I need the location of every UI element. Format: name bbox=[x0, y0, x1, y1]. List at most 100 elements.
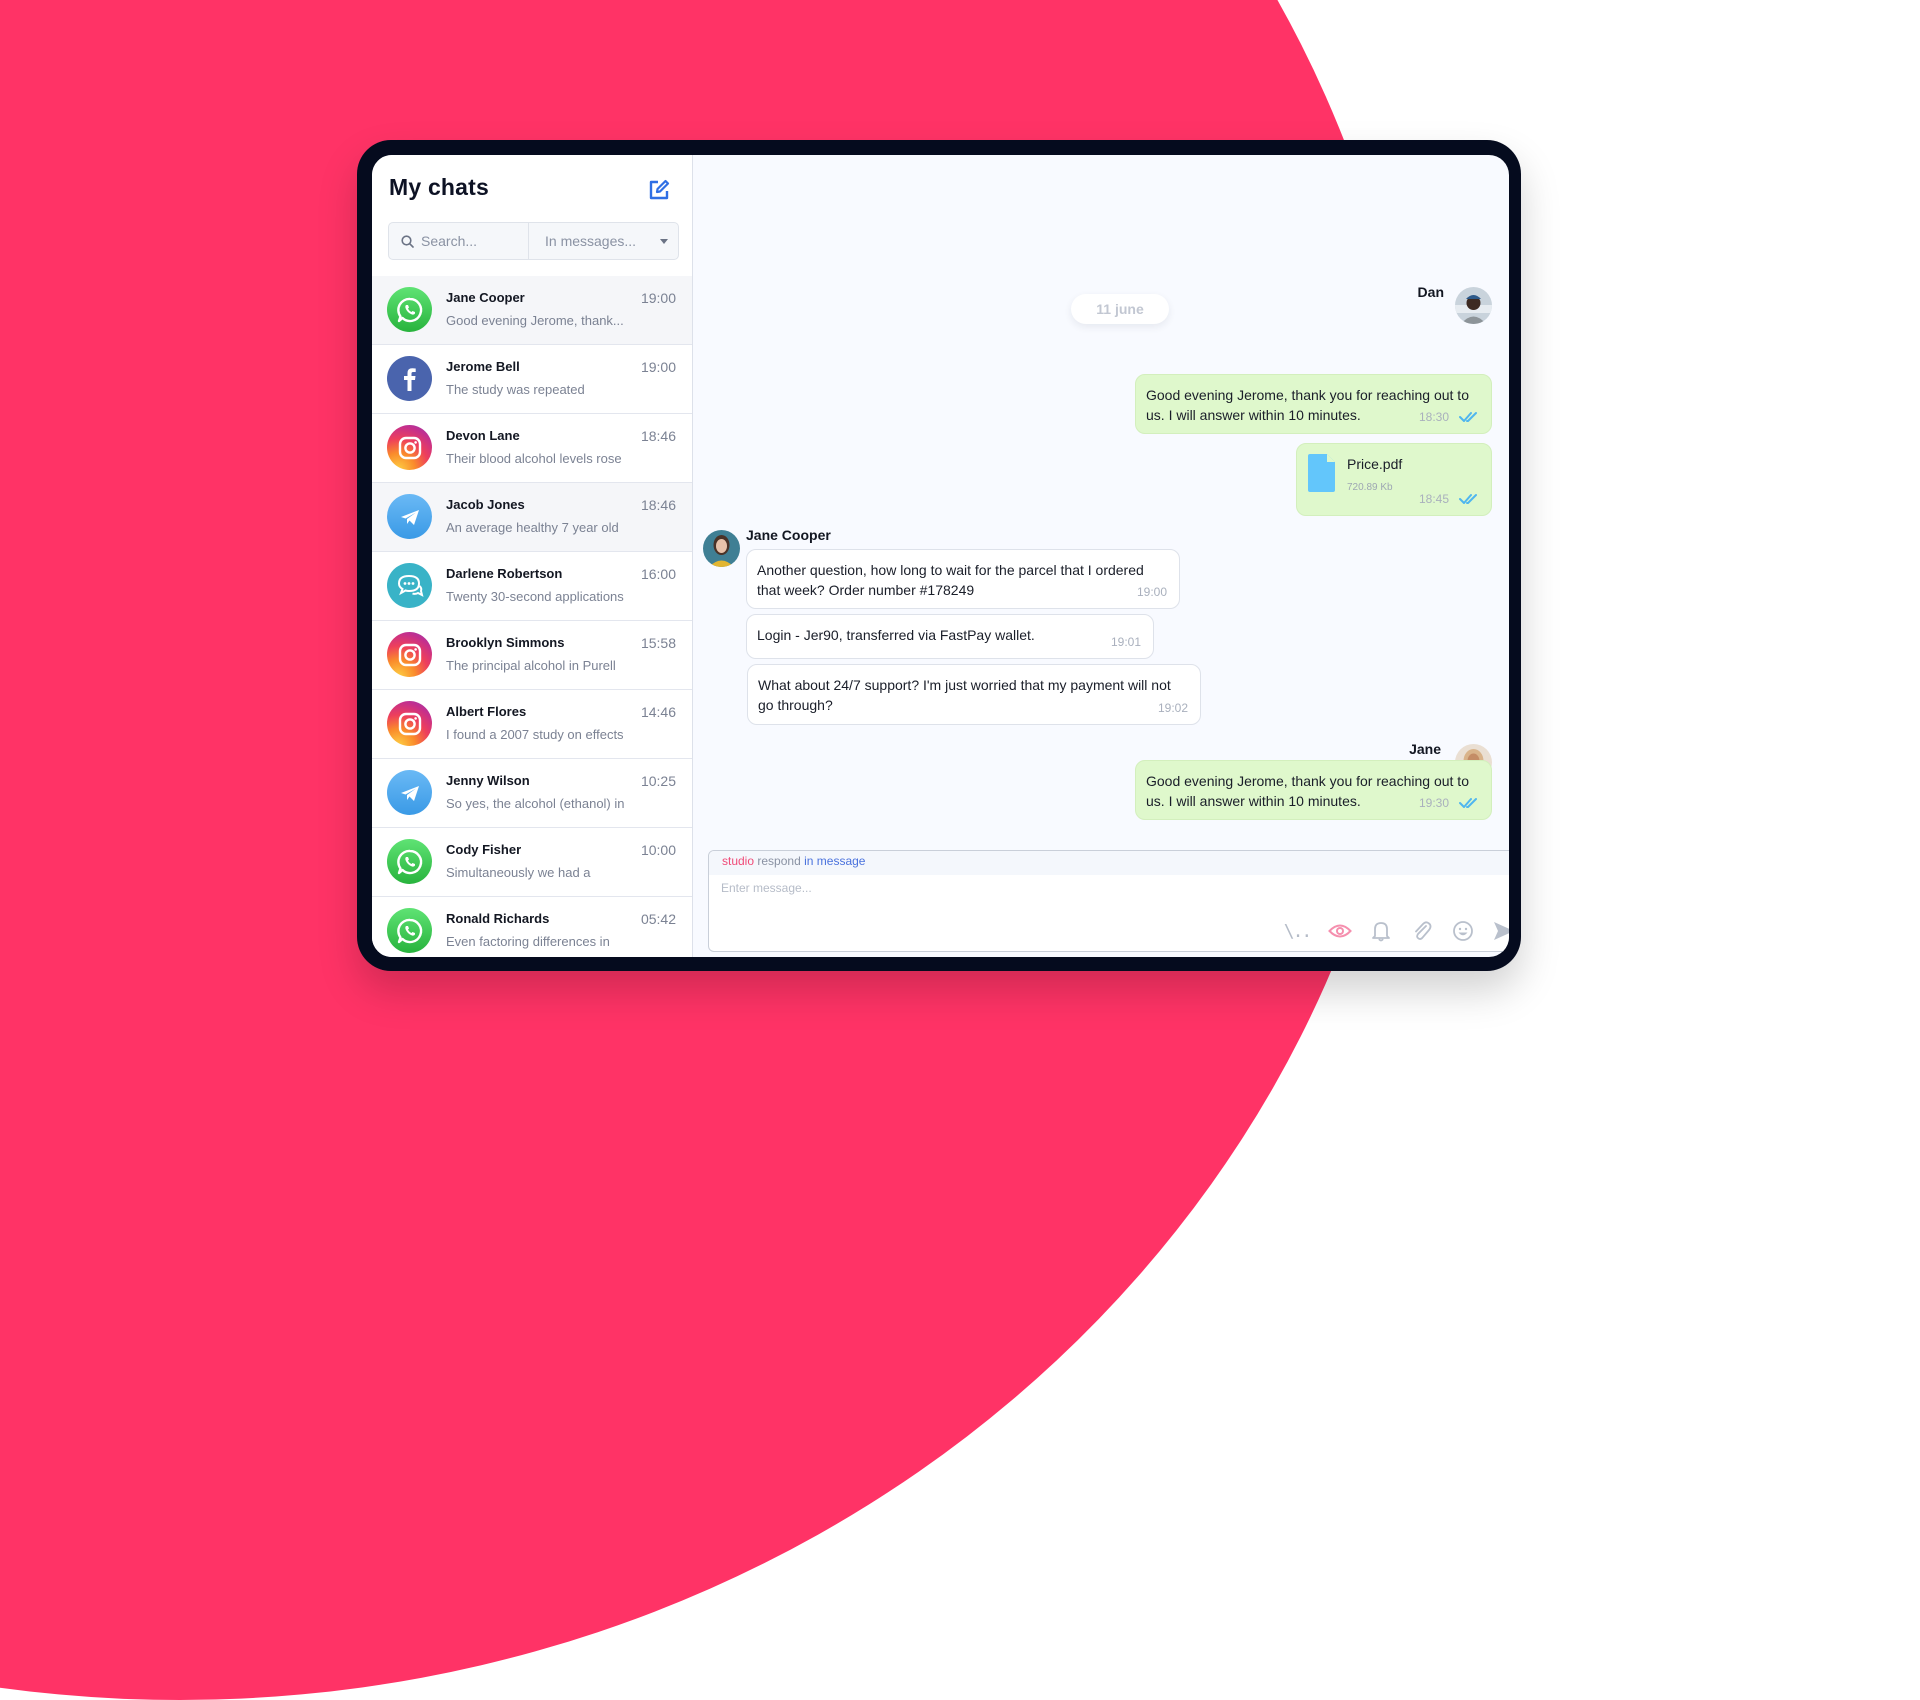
chat-list-item[interactable]: Jenny Wilson 10:25 So yes, the alcohol (et… bbox=[372, 759, 692, 828]
contact-name: Darlene Robertson bbox=[446, 566, 563, 581]
composer-context: studio respond in message bbox=[709, 851, 1509, 875]
chevron-down-icon bbox=[660, 239, 668, 244]
chat-preview: Twenty 30-second applications bbox=[446, 589, 624, 604]
chat-bubbles-icon bbox=[387, 563, 432, 608]
send-icon bbox=[1494, 922, 1509, 940]
message-text: What about 24/7 support? I'm just worrie… bbox=[758, 677, 1171, 713]
chat-preview: Their blood alcohol levels rose bbox=[446, 451, 622, 466]
chat-preview: I found a 2007 study on effects bbox=[446, 727, 624, 742]
message-input[interactable] bbox=[721, 881, 1501, 895]
contact-name: Brooklyn Simmons bbox=[446, 635, 565, 650]
chat-time: 10:00 bbox=[640, 842, 676, 858]
user-photo-icon bbox=[703, 530, 740, 567]
app-window: My chats In bbox=[372, 155, 1509, 957]
whatsapp-icon bbox=[387, 908, 432, 953]
double-check-icon bbox=[1459, 494, 1477, 504]
contact-name: Devon Lane bbox=[446, 428, 520, 443]
chat-list-item[interactable]: Devon Lane 18:46 Their blood alcohol level… bbox=[372, 414, 692, 483]
chat-time: 14:46 bbox=[640, 704, 676, 720]
preview-button[interactable] bbox=[1328, 919, 1352, 943]
instagram-icon bbox=[387, 425, 432, 470]
message-bubble: Login - Jer90, transferred via FastPay w… bbox=[746, 614, 1154, 659]
message-text: Another question, how long to wait for t… bbox=[757, 562, 1144, 598]
chat-time: 19:00 bbox=[640, 359, 676, 375]
message-text: Login - Jer90, transferred via FastPay w… bbox=[757, 627, 1035, 643]
chats-sidebar: My chats In bbox=[372, 155, 693, 957]
chat-time: 18:46 bbox=[640, 428, 676, 444]
reminder-button[interactable] bbox=[1369, 919, 1393, 943]
whatsapp-icon bbox=[387, 287, 432, 332]
message-composer: studio respond in message \.. bbox=[708, 850, 1509, 952]
message-bubble: What about 24/7 support? I'm just worrie… bbox=[747, 664, 1201, 725]
chat-time: 18:46 bbox=[640, 497, 676, 513]
message-bubble: Good evening Jerome, thank you for reach… bbox=[1135, 760, 1492, 820]
search-icon bbox=[401, 234, 414, 248]
composer-toolbar: \.. bbox=[1283, 919, 1509, 943]
chat-time: 10:25 bbox=[640, 773, 676, 789]
avatar-dan[interactable] bbox=[1455, 287, 1492, 324]
chat-preview: Good evening Jerome, thank... bbox=[446, 313, 624, 328]
search-field bbox=[389, 223, 529, 259]
search-scope-value: In messages... bbox=[545, 233, 637, 249]
message-time: 19:30 bbox=[1418, 796, 1449, 810]
message-time: 19:00 bbox=[1136, 585, 1167, 599]
command-button[interactable]: \.. bbox=[1283, 919, 1312, 943]
contact-name: Jenny Wilson bbox=[446, 773, 530, 788]
facebook-icon bbox=[387, 356, 432, 401]
contact-name: Ronald Richards bbox=[446, 911, 550, 926]
chat-list-item[interactable]: Jerome Bell 19:00 The study was repeated bbox=[372, 345, 692, 414]
double-check-icon bbox=[1459, 412, 1477, 422]
chat-list-item[interactable]: Albert Flores 14:46 I found a 2007 study o… bbox=[372, 690, 692, 759]
message-bubble: Good evening Jerome, thank you for reach… bbox=[1135, 374, 1492, 434]
whatsapp-icon bbox=[387, 839, 432, 884]
message-time: 18:45 bbox=[1418, 492, 1449, 506]
avatar-jane-cooper[interactable] bbox=[703, 530, 740, 567]
chat-list-item[interactable]: Brooklyn Simmons 15:58 The principal alcoh… bbox=[372, 621, 692, 690]
message-bubble: Another question, how long to wait for t… bbox=[746, 549, 1180, 609]
file-message-bubble[interactable]: Price.pdf 720.89 Kb 18:45 bbox=[1296, 443, 1492, 516]
sender-name: Jane Cooper bbox=[746, 527, 831, 543]
user-photo-icon bbox=[1455, 287, 1492, 324]
sender-name: Jane bbox=[1409, 741, 1441, 757]
contact-name: Jacob Jones bbox=[446, 497, 525, 512]
chat-list-item[interactable]: Darlene Robertson 16:00 Twenty 30-second a… bbox=[372, 552, 692, 621]
new-chat-button[interactable] bbox=[646, 177, 672, 203]
sender-name: Dan bbox=[1417, 284, 1444, 300]
file-name: Price.pdf bbox=[1347, 456, 1403, 472]
chat-list-item[interactable]: Ronald Richards 05:42 Even factoring diffe… bbox=[372, 897, 692, 957]
attach-button[interactable] bbox=[1410, 919, 1434, 943]
instagram-icon bbox=[387, 701, 432, 746]
chat-time: 19:00 bbox=[640, 290, 676, 306]
studio-tag[interactable]: studio bbox=[722, 854, 754, 868]
search-input[interactable] bbox=[421, 233, 521, 249]
date-divider: 11 june bbox=[1071, 294, 1169, 324]
message-time: 19:01 bbox=[1110, 635, 1141, 649]
conversation-pane: 11 june Dan Good evening Jerome, thank y… bbox=[693, 155, 1509, 957]
chat-list-item[interactable]: Jane Cooper 19:00 Good evening Jerome, tha… bbox=[372, 276, 692, 345]
chat-time: 16:00 bbox=[640, 566, 676, 582]
chat-preview: The study was repeated bbox=[446, 382, 585, 397]
smiley-icon bbox=[1453, 921, 1473, 941]
double-check-icon bbox=[1459, 798, 1477, 808]
chat-preview: Simultaneously we had a bbox=[446, 865, 591, 880]
chat-preview: An average healthy 7 year old bbox=[446, 520, 619, 535]
chat-list-item[interactable]: Jacob Jones 18:46 An average healthy 7 yea… bbox=[372, 483, 692, 552]
instagram-icon bbox=[387, 632, 432, 677]
search-scope-select[interactable]: In messages... bbox=[529, 223, 678, 259]
chat-list-item[interactable]: Cody Fisher 10:00 Simultaneously we had a bbox=[372, 828, 692, 897]
chat-preview: Even factoring differences in bbox=[446, 934, 610, 949]
contact-name: Cody Fisher bbox=[446, 842, 522, 857]
telegram-icon bbox=[387, 770, 432, 815]
respond-label: respond bbox=[757, 854, 801, 868]
chat-preview: So yes, the alcohol (ethanol) in bbox=[446, 796, 625, 811]
chat-list: Jane Cooper 19:00 Good evening Jerome, tha… bbox=[372, 276, 692, 957]
contact-name: Jerome Bell bbox=[446, 359, 520, 374]
send-button[interactable] bbox=[1492, 919, 1509, 943]
command-icon: \.. bbox=[1283, 920, 1312, 942]
page-title: My chats bbox=[389, 174, 490, 200]
chat-time: 05:42 bbox=[640, 911, 676, 927]
emoji-button[interactable] bbox=[1451, 919, 1475, 943]
file-size: 720.89 Kb bbox=[1347, 482, 1393, 493]
edit-square-icon bbox=[649, 179, 670, 200]
in-message-link[interactable]: in message bbox=[804, 854, 865, 868]
